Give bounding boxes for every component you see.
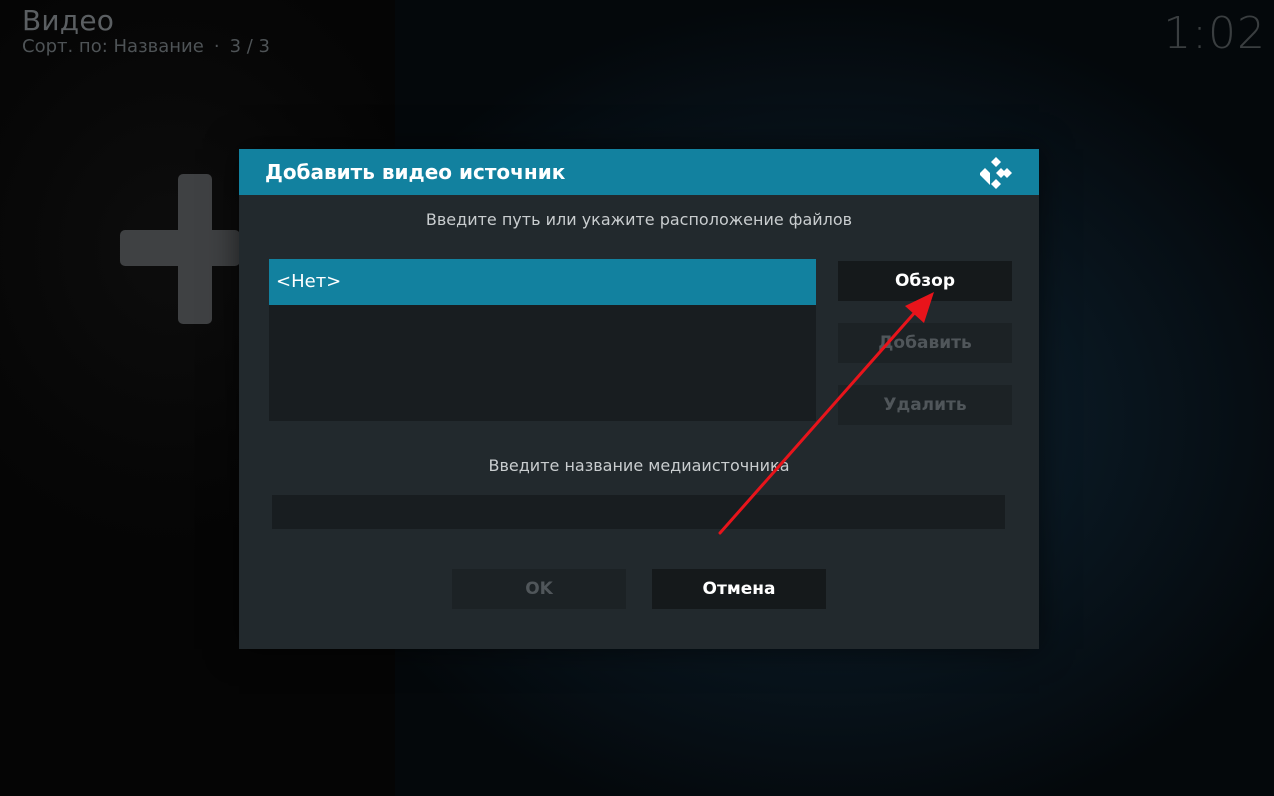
- sort-label: Сорт. по: Название: [22, 36, 204, 57]
- path-hint-text: Введите путь или укажите расположение фа…: [425, 210, 853, 229]
- clock: 1:02: [1163, 8, 1266, 59]
- path-list-item-label: <Нет>: [276, 271, 342, 292]
- page-title: Видео: [22, 4, 115, 37]
- cancel-button[interactable]: Отмена: [652, 569, 826, 609]
- add-source-plus-icon[interactable]: [120, 174, 240, 324]
- separator-dot: ·: [213, 36, 220, 57]
- item-position: 3 / 3: [229, 36, 270, 57]
- path-list-item[interactable]: <Нет>: [269, 259, 816, 305]
- add-button[interactable]: Добавить: [838, 323, 1012, 363]
- kodi-logo-icon: [980, 157, 1012, 189]
- add-video-source-dialog: Добавить видео источник Введите путь или…: [239, 149, 1039, 649]
- dialog-header: Добавить видео источник: [239, 149, 1039, 195]
- name-hint-text: Введите название медиаисточника: [488, 456, 790, 475]
- ok-button[interactable]: OK: [452, 569, 626, 609]
- browse-button[interactable]: Обзор: [838, 261, 1012, 301]
- remove-button[interactable]: Удалить: [838, 385, 1012, 425]
- sort-info: Сорт. по: Название · 3 / 3: [22, 36, 270, 57]
- kodi-screen: Видео Сорт. по: Название · 3 / 3 1:02 Доба…: [0, 0, 1274, 796]
- path-list[interactable]: <Нет>: [269, 259, 816, 421]
- dialog-title: Добавить видео источник: [265, 160, 566, 184]
- source-name-input[interactable]: [272, 495, 1005, 529]
